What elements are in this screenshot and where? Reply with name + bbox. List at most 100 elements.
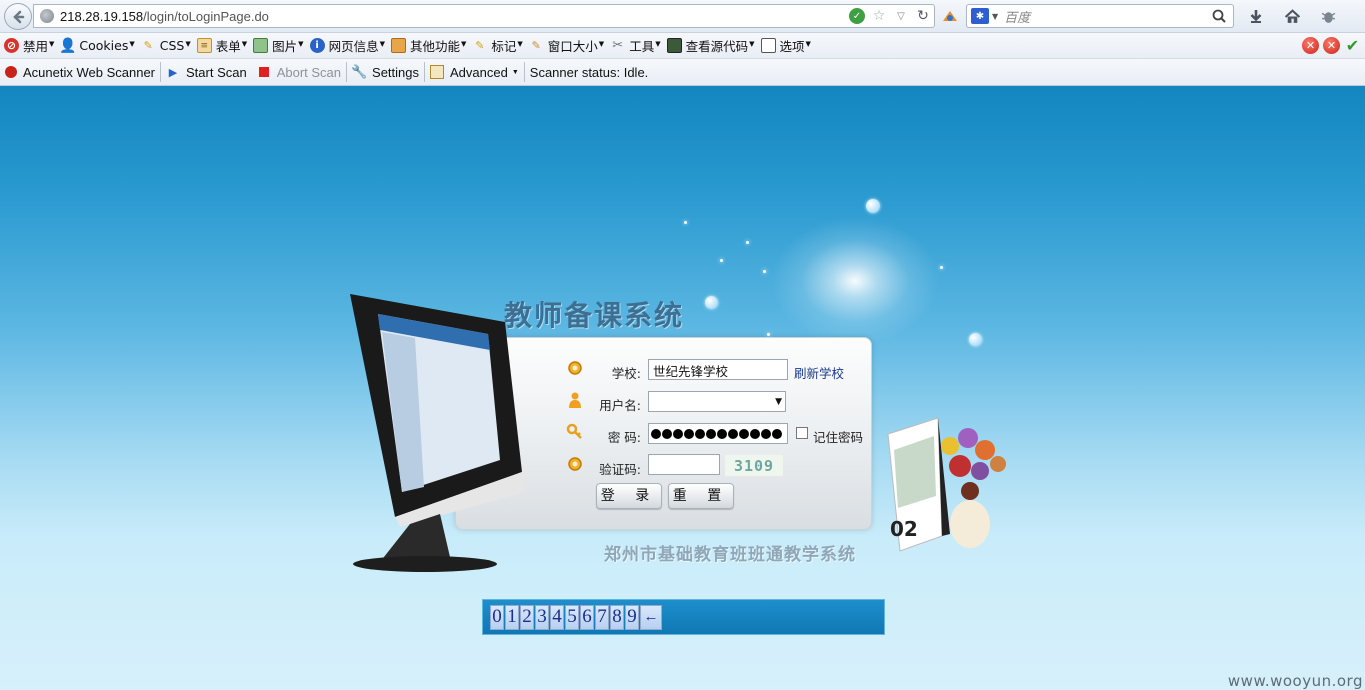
acunetix-logo[interactable]: Acunetix Web Scanner <box>0 61 160 83</box>
search-placeholder[interactable]: 百度 <box>1004 7 1211 26</box>
address-bar[interactable]: 218.28.19.158/login/toLoginPage.do ✓ ☆ ▽… <box>33 4 935 28</box>
password-dot <box>706 428 716 439</box>
password-dot <box>717 428 727 439</box>
system-title: 教师备课系统 <box>504 299 685 332</box>
reload-icon[interactable]: ↻ <box>915 8 931 24</box>
dropdown-arrow-icon: ▼ <box>460 39 467 48</box>
globe-icon <box>40 9 54 23</box>
home-button[interactable] <box>1280 5 1304 27</box>
extension-icon[interactable] <box>940 7 960 25</box>
refresh-school-link[interactable]: 刷新学校 <box>794 363 844 382</box>
sparkle-decoration <box>767 333 770 336</box>
search-icon[interactable] <box>1211 8 1227 24</box>
dropdown-arrow-icon: ▼ <box>805 39 811 48</box>
url-text[interactable]: 218.28.19.158/login/toLoginPage.do <box>60 9 846 24</box>
reset-button[interactable]: 重 置 <box>668 483 734 509</box>
remember-password-label[interactable]: 记住密码 <box>813 427 863 446</box>
dropdown-arrow-icon: ▼ <box>517 39 523 48</box>
password-field[interactable] <box>648 423 788 444</box>
outline-menu[interactable]: ✎ 标记 ▼ <box>470 35 524 57</box>
warning-icon[interactable]: ✕ <box>1323 37 1340 54</box>
dropdown-arrow-icon: ▼ <box>129 39 135 48</box>
bubble-decoration <box>969 333 982 346</box>
tools-icon: ✂ <box>612 38 624 53</box>
css-menu[interactable]: ✎ CSS ▼ <box>139 35 193 57</box>
acunetix-toolbar: Acunetix Web Scanner ▶ Start Scan Abort … <box>0 59 1365 86</box>
password-dot <box>761 428 771 439</box>
numeric-keypad: 0 1 2 3 4 5 6 7 8 9 ← <box>482 599 885 635</box>
error-icon[interactable]: ✕ <box>1302 37 1319 54</box>
addon-button[interactable] <box>1316 5 1340 27</box>
keypad-key-7[interactable]: 7 <box>595 604 609 630</box>
scanner-status: Scanner status: Idle. <box>529 64 649 80</box>
misc-menu[interactable]: 其他功能 ▼ <box>389 35 468 57</box>
advanced-menu[interactable]: Advanced ▼ <box>425 61 524 83</box>
download-arrow-icon <box>1250 10 1262 23</box>
keypad-backspace-key[interactable]: ← <box>640 604 662 630</box>
abort-scan-button[interactable]: Abort Scan <box>252 61 346 83</box>
chevron-down-icon: ▼ <box>775 397 782 407</box>
keypad-key-0[interactable]: 0 <box>490 604 504 630</box>
cookies-menu[interactable]: 👤 Cookies ▼ <box>58 35 136 57</box>
keypad-key-5[interactable]: 5 <box>565 604 579 630</box>
dropdown-arrow-icon: ▼ <box>49 39 55 48</box>
baidu-paw-icon[interactable]: ✱ <box>971 8 989 24</box>
page-info-menu[interactable]: i 网页信息 ▼ <box>308 35 387 57</box>
captcha-field[interactable] <box>648 454 720 475</box>
remember-password-checkbox[interactable] <box>796 427 808 439</box>
history-dropdown-icon[interactable]: ▽ <box>893 8 909 24</box>
web-developer-toolbar: ⊘ 禁用 ▼ 👤 Cookies ▼ ✎ CSS ▼ ≡ 表单 ▼ 图片 ▼ i 网页信息… <box>0 33 1365 59</box>
disable-menu[interactable]: ⊘ 禁用 ▼ <box>2 35 56 57</box>
login-button[interactable]: 登 录 <box>596 483 662 509</box>
sparkle-decoration <box>746 241 749 244</box>
bookmark-star-icon[interactable]: ☆ <box>871 8 887 24</box>
start-scan-button[interactable]: ▶ Start Scan <box>161 61 252 83</box>
password-dot <box>684 428 694 439</box>
stop-icon <box>257 65 271 79</box>
no-entry-icon: ⊘ <box>4 38 19 53</box>
username-select[interactable]: ▼ <box>648 391 786 412</box>
sparkle-decoration <box>720 259 723 262</box>
keypad-key-8[interactable]: 8 <box>610 604 624 630</box>
view-source-menu[interactable]: 查看源代码 ▼ <box>665 35 757 57</box>
dropdown-arrow-icon: ▼ <box>298 39 304 48</box>
sparkle-decoration <box>763 270 766 273</box>
system-subtitle: 郑州市基础教育班班通教学系统 <box>604 545 856 565</box>
keypad-key-9[interactable]: 9 <box>625 604 639 630</box>
keypad-key-6[interactable]: 6 <box>580 604 594 630</box>
verified-check-icon[interactable]: ✓ <box>849 8 865 24</box>
options-icon <box>760 38 776 53</box>
dropdown-arrow-icon: ▼ <box>379 39 385 48</box>
ruler-icon: ✎ <box>531 39 541 52</box>
keypad-key-2[interactable]: 2 <box>520 604 534 630</box>
forms-menu[interactable]: ≡ 表单 ▼ <box>195 35 249 57</box>
resize-menu[interactable]: ✎ 窗口大小 ▼ <box>527 35 606 57</box>
options-menu[interactable]: 选项 ▼ <box>759 35 813 57</box>
back-button[interactable] <box>4 3 32 30</box>
settings-button[interactable]: 🔧 Settings <box>347 61 424 83</box>
bubble-decoration <box>866 199 880 213</box>
search-bar[interactable]: ✱ ▼ 百度 <box>966 4 1234 28</box>
images-menu[interactable]: 图片 ▼ <box>251 35 305 57</box>
downloads-button[interactable] <box>1244 5 1268 27</box>
search-engine-dropdown-icon[interactable]: ▼ <box>992 12 998 21</box>
dropdown-arrow-icon: ▼ <box>749 39 755 48</box>
username-label: 用户名: <box>599 398 641 413</box>
wrench-icon: 🔧 <box>350 64 368 79</box>
keypad-key-1[interactable]: 1 <box>505 604 519 630</box>
dropdown-arrow-icon: ▼ <box>655 39 661 48</box>
captcha-image[interactable]: 3109 <box>725 455 783 476</box>
password-dot <box>750 428 760 439</box>
bubble-decoration <box>705 296 718 309</box>
tools-menu[interactable]: ✂ 工具 ▼ <box>608 35 662 57</box>
light-glow <box>770 216 940 346</box>
bug-icon <box>1321 11 1335 23</box>
dropdown-arrow-icon: ▼ <box>598 39 605 48</box>
valid-check-icon[interactable]: ✔ <box>1344 36 1361 55</box>
watermark: www.wooyun.org <box>1227 672 1363 690</box>
info-icon: i <box>309 38 325 53</box>
keypad-key-3[interactable]: 3 <box>535 604 549 630</box>
keypad-key-4[interactable]: 4 <box>550 604 564 630</box>
school-field[interactable]: 世纪先锋学校 <box>648 359 788 380</box>
toolbar-status-icons: ✕ ✕ ✔ <box>1302 36 1361 55</box>
